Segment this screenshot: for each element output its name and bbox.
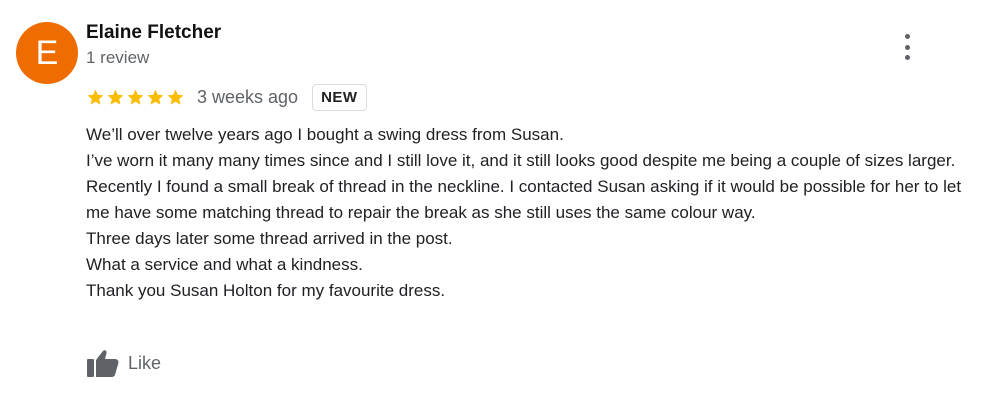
reviewer-name[interactable]: Elaine Fletcher	[86, 22, 221, 44]
like-button[interactable]: Like	[86, 348, 161, 378]
star-icon	[87, 89, 104, 105]
star-icon	[107, 89, 124, 105]
review-paragraph: What a service and what a kindness.	[86, 255, 363, 274]
review-count: 1 review	[86, 48, 150, 67]
thumbs-up-icon	[87, 350, 119, 377]
star-icon	[127, 89, 144, 105]
more-dot	[904, 34, 910, 39]
review-paragraph: Three days later some thread arrived in …	[86, 229, 453, 248]
review-paragraph: I’ve worn it many many times since and I…	[86, 151, 956, 170]
like-label: Like	[128, 352, 162, 373]
review-paragraph: Thank you Susan Holton for my favourite …	[86, 281, 446, 300]
more-dot	[904, 44, 910, 50]
avatar[interactable]: E	[16, 22, 78, 84]
star-icon	[167, 89, 184, 105]
more-dot	[904, 55, 910, 60]
more-vert-icon[interactable]	[896, 34, 918, 60]
review-paragraph: Recently I found a small break of thread…	[86, 177, 962, 222]
avatar-letter: E	[35, 33, 59, 72]
star-rating	[86, 88, 185, 107]
review-meta: 3 weeks ago NEW	[86, 82, 367, 112]
new-badge: NEW	[312, 83, 367, 111]
star-icon	[147, 89, 164, 105]
review-text: We’ll over twelve years ago I bought a s…	[86, 122, 966, 304]
review-paragraph: We’ll over twelve years ago I bought a s…	[86, 125, 564, 144]
review-time: 3 weeks ago	[197, 86, 299, 107]
